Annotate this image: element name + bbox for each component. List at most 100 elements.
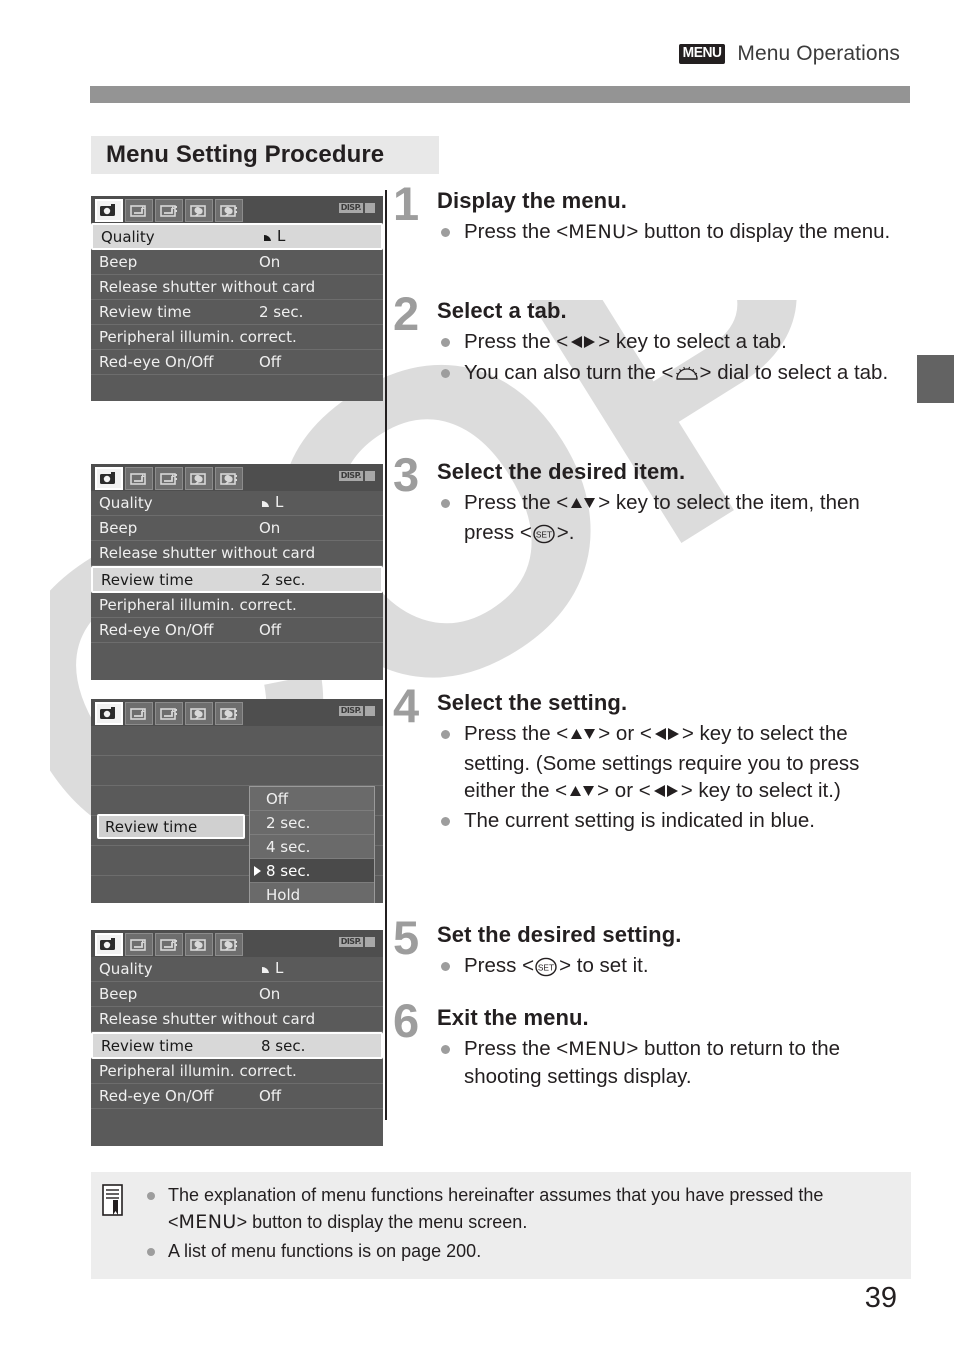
step-3: 3 Select the desired item. Press the < > … xyxy=(393,451,913,547)
lcd-row-label: Red-eye On/Off xyxy=(99,621,214,639)
quality-large-fine-icon xyxy=(259,961,273,979)
playback-icon-2-tab[interactable] xyxy=(155,933,183,956)
lcd-row-label: Quality xyxy=(101,227,155,246)
set-button-icon: SET xyxy=(532,524,557,543)
up-down-key-icon xyxy=(567,779,597,806)
lcd-row-peripheral[interactable]: Peripheral illumin. correct. xyxy=(91,1059,383,1084)
option-item[interactable]: 4 sec. xyxy=(250,835,374,859)
lcd-bottom-spacer xyxy=(91,1109,383,1131)
wrench-icon-1-tab[interactable] xyxy=(185,199,213,222)
lcd-submenu-area: Review time Off 2 sec. 4 sec. 8 sec. Hol… xyxy=(91,726,383,903)
step-bullet: Press the < > key to select the item, the… xyxy=(437,489,913,546)
lcd-row-label: Beep xyxy=(99,519,138,537)
camera-icon-tab[interactable] xyxy=(95,933,123,956)
header-rule xyxy=(90,86,910,103)
step-bullets: Press the < > or < > key to select the set… xyxy=(437,720,913,834)
playback-icon-1-tab[interactable] xyxy=(125,933,153,956)
camera-lcd-screenshot-step4: DISP. Review time Off 2 sec. 4 sec. 8 se… xyxy=(91,699,383,903)
left-right-key-icon xyxy=(652,722,682,749)
step-title: Select a tab. xyxy=(437,298,567,323)
section-heading-label: Menu Setting Procedure xyxy=(106,141,385,168)
disp-indicator: DISP. xyxy=(338,937,375,947)
step-bullet: Press the <MENU> button to return to the… xyxy=(437,1035,913,1090)
lcd-row-label: Review time xyxy=(101,570,194,589)
playback-icon-2-tab[interactable] xyxy=(155,199,183,222)
disp-label: DISP. xyxy=(338,471,363,481)
step-number: 1 xyxy=(393,177,420,230)
main-dial-icon xyxy=(674,362,700,380)
left-right-key-icon xyxy=(568,330,598,357)
step-bullets: Press the <MENU> button to return to the… xyxy=(437,1035,913,1090)
wrench-icon-2-tab[interactable] xyxy=(215,199,243,222)
playback-icon-2-tab[interactable] xyxy=(155,467,183,490)
camera-icon-tab[interactable] xyxy=(95,199,123,222)
wrench-icon-2-tab[interactable] xyxy=(215,467,243,490)
option-label: Hold xyxy=(266,886,301,903)
lcd-row-release-shutter[interactable]: Release shutter without card xyxy=(91,275,383,300)
lcd-row-label: Review time xyxy=(101,1036,194,1055)
lcd-row-release-shutter[interactable]: Release shutter without card xyxy=(91,1007,383,1032)
disp-block-icon xyxy=(365,706,375,716)
lcd-row-redeye[interactable]: Red-eye On/Off Off xyxy=(91,350,383,375)
lcd-row-value: 8 sec. xyxy=(261,1036,306,1055)
lcd-row-review-time[interactable]: Review time 8 sec. xyxy=(91,1032,383,1059)
lcd-row-value: L xyxy=(259,959,383,979)
option-label: 2 sec. xyxy=(266,813,311,832)
wrench-icon-2-tab[interactable] xyxy=(215,702,243,725)
step-number: 5 xyxy=(393,911,420,964)
option-item[interactable]: 2 sec. xyxy=(250,811,374,835)
playback-icon-1-tab[interactable] xyxy=(125,702,153,725)
svg-text:SET: SET xyxy=(536,529,552,539)
camera-icon-tab[interactable] xyxy=(95,467,123,490)
option-item[interactable]: Hold xyxy=(250,883,374,903)
step-number: 4 xyxy=(393,679,420,732)
step-bullet: Press the < > or < > key to select the set… xyxy=(437,720,913,806)
lcd-row-redeye[interactable]: Red-eye On/Off Off xyxy=(91,618,383,643)
wrench-icon-1-tab[interactable] xyxy=(185,702,213,725)
lcd-row-label: Review time xyxy=(99,303,192,321)
step-bullet: The current setting is indicated in blue… xyxy=(437,807,913,834)
step-title: Exit the menu. xyxy=(437,1005,589,1030)
option-label: 4 sec. xyxy=(266,837,311,856)
page-running-header: MENU Menu Operations xyxy=(0,42,900,66)
lcd-row-quality[interactable]: Quality L xyxy=(91,957,383,982)
lcd-bottom-spacer xyxy=(91,375,383,397)
option-label: Off xyxy=(266,789,289,808)
lcd-row-peripheral[interactable]: Peripheral illumin. correct. xyxy=(91,325,383,350)
step-4: 4 Select the setting. Press the < > or < >… xyxy=(393,682,913,835)
lcd-row-label: Quality xyxy=(99,494,153,512)
disp-block-icon xyxy=(365,937,375,947)
chapter-thumb-tab xyxy=(917,355,954,403)
lcd-row-release-shutter[interactable]: Release shutter without card xyxy=(91,541,383,566)
lcd-row-peripheral[interactable]: Peripheral illumin. correct. xyxy=(91,593,383,618)
set-button-icon: SET xyxy=(534,957,559,977)
playback-icon-1-tab[interactable] xyxy=(125,467,153,490)
option-item[interactable]: Off xyxy=(250,787,374,811)
lcd-row-label: Release shutter without card xyxy=(99,1010,316,1028)
lcd-row-beep[interactable]: Beep On xyxy=(91,982,383,1007)
lcd-row-beep[interactable]: Beep On xyxy=(91,516,383,541)
option-item-selected[interactable]: 8 sec. xyxy=(250,859,374,883)
wrench-icon-1-tab[interactable] xyxy=(185,467,213,490)
lcd-row-review-time[interactable]: Review time 2 sec. xyxy=(91,566,383,593)
camera-lcd-screenshot-step5: DISP. Quality L Beep On Release shutter … xyxy=(91,930,383,1146)
lcd-tab-bar: DISP. xyxy=(91,699,383,726)
lcd-row-review-time[interactable]: Review time 2 sec. xyxy=(91,300,383,325)
wrench-icon-2-tab[interactable] xyxy=(215,933,243,956)
lcd-tab-bar: DISP. xyxy=(91,196,383,223)
lcd-row-redeye[interactable]: Red-eye On/Off Off xyxy=(91,1084,383,1109)
playback-icon-1-tab[interactable] xyxy=(125,199,153,222)
step-title: Select the setting. xyxy=(437,690,628,715)
step-bullets: Press the < > key to select the item, the… xyxy=(437,489,913,546)
camera-icon-tab[interactable] xyxy=(95,702,123,725)
playback-icon-2-tab[interactable] xyxy=(155,702,183,725)
lcd-row-quality[interactable]: Quality L xyxy=(91,223,383,250)
step-bullets: Press the < > key to select a tab. You can… xyxy=(437,328,913,386)
note-box: The explanation of menu functions herein… xyxy=(91,1172,911,1279)
disp-indicator: DISP. xyxy=(338,706,375,716)
lcd-row-beep[interactable]: Beep On xyxy=(91,250,383,275)
disp-indicator: DISP. xyxy=(338,471,375,481)
step-number: 3 xyxy=(393,448,420,501)
lcd-row-quality[interactable]: Quality L xyxy=(91,491,383,516)
wrench-icon-1-tab[interactable] xyxy=(185,933,213,956)
